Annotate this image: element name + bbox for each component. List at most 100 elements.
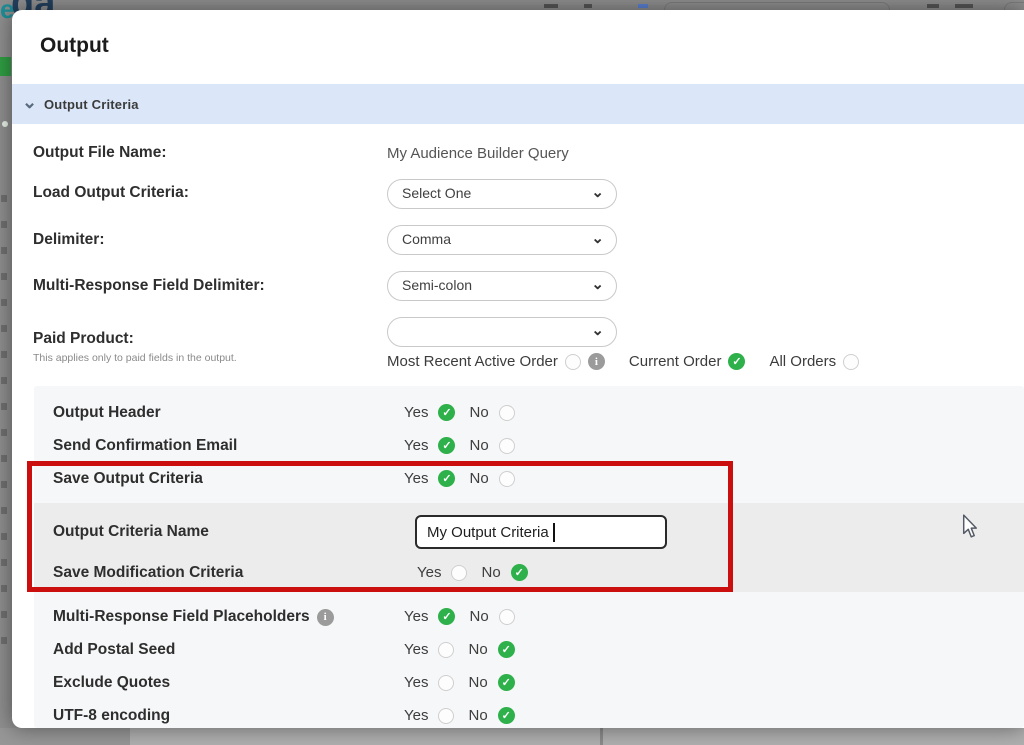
section-title: Output Criteria <box>44 97 139 112</box>
paid-product-label: Paid Product: <box>33 330 134 348</box>
add-postal-seed-label: Add Postal Seed <box>53 641 175 659</box>
paid-product-select[interactable]: ⌄ <box>387 317 617 347</box>
chevron-down-icon: ⌄ <box>591 225 604 252</box>
option-row: Add Postal Seed <box>53 639 175 661</box>
save-output-criteria-yesno: Yes ✓ No <box>404 470 515 487</box>
no-selected-icon[interactable]: ✓ <box>498 641 515 658</box>
background-bottom-bar <box>0 728 1024 745</box>
info-icon[interactable]: i <box>317 609 334 626</box>
no-radio[interactable] <box>499 438 515 454</box>
radio-label: All Orders <box>769 353 836 370</box>
exclude-quotes-yesno: Yes No ✓ <box>404 674 515 691</box>
no-radio[interactable] <box>499 609 515 625</box>
info-icon[interactable]: i <box>588 353 605 370</box>
yes-label: Yes <box>404 641 428 658</box>
yes-selected-icon[interactable]: ✓ <box>438 404 455 421</box>
utf8-encoding-label: UTF-8 encoding <box>53 707 170 725</box>
all-orders-radio[interactable] <box>843 354 859 370</box>
chevron-down-icon: ⌄ <box>591 271 604 298</box>
most-recent-active-order-radio[interactable] <box>565 354 581 370</box>
no-radio[interactable] <box>499 471 515 487</box>
output-criteria-name-wrap <box>415 515 667 549</box>
load-output-criteria-label: Load Output Criteria: <box>33 184 189 202</box>
output-header-label: Output Header <box>53 404 161 422</box>
output-criteria-name-input[interactable] <box>415 515 667 549</box>
no-label: No <box>469 437 488 454</box>
option-row: Output Header <box>53 402 161 424</box>
yes-label: Yes <box>417 564 441 581</box>
utf8-yesno: Yes No ✓ <box>404 707 515 724</box>
background-header-fragment <box>544 4 558 8</box>
no-label: No <box>468 707 487 724</box>
background-header-fragment <box>955 4 973 8</box>
option-row: Save Modification Criteria <box>53 562 243 584</box>
multi-response-placeholders-label: Multi-Response Field Placeholders <box>53 608 310 626</box>
paid-product-note: This applies only to paid fields in the … <box>33 352 237 364</box>
no-label: No <box>468 674 487 691</box>
output-dialog: Output ⌄ Output Criteria Output File Nam… <box>12 10 1024 728</box>
yes-radio[interactable] <box>438 708 454 724</box>
delimiter-select[interactable]: Comma ⌄ <box>387 225 617 255</box>
exclude-quotes-label: Exclude Quotes <box>53 674 170 692</box>
postal-seed-yesno: Yes No ✓ <box>404 641 515 658</box>
select-value: Comma <box>402 231 451 247</box>
no-selected-icon[interactable]: ✓ <box>498 674 515 691</box>
select-value: Semi-colon <box>402 277 472 293</box>
yes-radio[interactable] <box>451 565 467 581</box>
output-criteria-section-header[interactable]: ⌄ Output Criteria <box>12 84 1024 124</box>
load-output-criteria-select[interactable]: Select One ⌄ <box>387 179 617 209</box>
multi-response-delimiter-label: Multi-Response Field Delimiter: <box>33 277 265 295</box>
save-modification-yesno: Yes No ✓ <box>417 564 528 581</box>
dialog-title: Output <box>40 34 109 58</box>
save-modification-criteria-label: Save Modification Criteria <box>53 564 243 582</box>
chevron-down-icon: ⌄ <box>591 317 604 344</box>
option-row: Exclude Quotes <box>53 672 170 694</box>
screen: e da Output ⌄ Output Criteria Output Fil… <box>0 0 1024 745</box>
send-confirmation-email-label: Send Confirmation Email <box>53 437 237 455</box>
output-options-panel: Output Header Yes ✓ No Send Confirmation… <box>34 386 1024 728</box>
background-sidebar-icon <box>0 57 11 76</box>
option-row: Send Confirmation Email <box>53 435 237 457</box>
background-header-fragment <box>927 4 939 8</box>
radio-label: Most Recent Active Order <box>387 353 558 370</box>
no-radio[interactable] <box>499 405 515 421</box>
current-order-selected-icon[interactable]: ✓ <box>728 353 745 370</box>
yes-radio[interactable] <box>438 642 454 658</box>
no-label: No <box>481 564 500 581</box>
yes-selected-icon[interactable]: ✓ <box>438 437 455 454</box>
output-file-name-value: My Audience Builder Query <box>387 145 569 162</box>
no-selected-icon[interactable]: ✓ <box>498 707 515 724</box>
background-dot <box>2 121 8 127</box>
yes-label: Yes <box>404 707 428 724</box>
yes-selected-icon[interactable]: ✓ <box>438 470 455 487</box>
output-header-yesno: Yes ✓ No <box>404 404 515 421</box>
no-label: No <box>468 641 487 658</box>
yes-label: Yes <box>404 437 428 454</box>
save-output-criteria-label: Save Output Criteria <box>53 470 203 488</box>
placeholders-yesno: Yes ✓ No <box>404 608 515 625</box>
no-label: No <box>469 404 488 421</box>
yes-label: Yes <box>404 404 428 421</box>
no-selected-icon[interactable]: ✓ <box>511 564 528 581</box>
chevron-down-icon: ⌄ <box>591 179 604 206</box>
no-label: No <box>469 608 488 625</box>
yes-label: Yes <box>404 608 428 625</box>
yes-label: Yes <box>404 470 428 487</box>
background-header-fragment <box>638 4 648 8</box>
text-caret <box>553 523 555 542</box>
mouse-cursor <box>960 514 980 538</box>
option-row: UTF-8 encoding <box>53 705 170 727</box>
radio-label: Current Order <box>629 353 722 370</box>
yes-radio[interactable] <box>438 675 454 691</box>
yes-selected-icon[interactable]: ✓ <box>438 608 455 625</box>
option-row: Multi-Response Field Placeholders i <box>53 606 334 628</box>
no-label: No <box>469 470 488 487</box>
send-confirmation-yesno: Yes ✓ No <box>404 437 515 454</box>
background-bottom-divider <box>600 728 603 745</box>
multi-response-delimiter-select[interactable]: Semi-colon ⌄ <box>387 271 617 301</box>
yes-label: Yes <box>404 674 428 691</box>
chevron-down-icon: ⌄ <box>22 92 37 113</box>
option-row: Output Criteria Name <box>53 521 209 543</box>
output-criteria-name-label: Output Criteria Name <box>53 523 209 541</box>
background-bottom-bar-dark <box>0 728 130 745</box>
